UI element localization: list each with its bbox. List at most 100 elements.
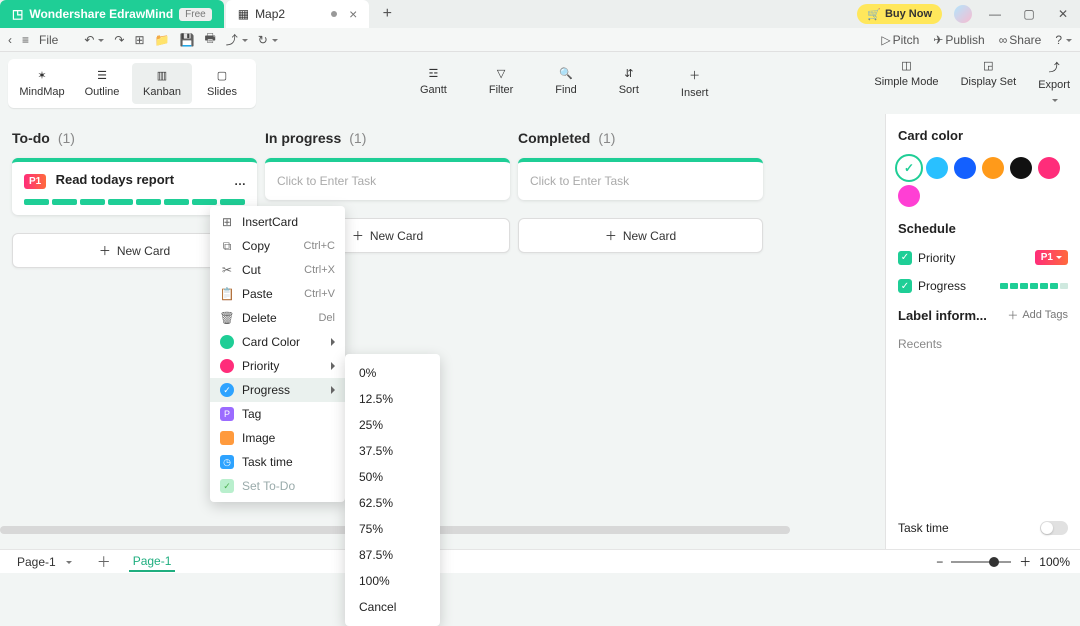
label-info-row: Label inform... ＋Add Tags <box>898 307 1068 323</box>
zoom-thumb[interactable] <box>989 557 999 567</box>
menu-paste[interactable]: 📋PasteCtrl+V <box>210 282 345 306</box>
progress-checkbox[interactable]: ✓Progress <box>898 279 966 293</box>
find-button[interactable]: 🔍Find <box>549 63 582 103</box>
refresh-icon[interactable]: ↻ <box>258 33 278 47</box>
menu-card-color[interactable]: Card Color <box>210 330 345 354</box>
document-tab[interactable]: ▦ Map2 × <box>226 0 370 28</box>
color-swatch[interactable] <box>1010 157 1032 179</box>
export-button[interactable]: ⤴Export <box>1036 53 1072 113</box>
window-close-button[interactable]: ✕ <box>1046 0 1080 28</box>
file-menu[interactable]: File <box>39 33 58 47</box>
publish-button[interactable]: ✈ Publish <box>933 33 984 47</box>
quick-toolbar: ‹ ≡ File ↶ ↷ ⊞ 📁 💾 🖶 ⤴ ↻ ▷ Pitch ✈ Publi… <box>0 28 1080 52</box>
doc-icon: ▦ <box>238 7 249 21</box>
save-icon[interactable]: 💾 <box>180 33 195 47</box>
new-card-button[interactable]: ＋New Card <box>518 218 763 253</box>
menu-priority[interactable]: Priority <box>210 354 345 378</box>
progress-option[interactable]: 0% <box>345 360 440 386</box>
progress-option[interactable]: 62.5% <box>345 490 440 516</box>
zoom-out-button[interactable]: − <box>936 555 943 569</box>
progress-option[interactable]: 75% <box>345 516 440 542</box>
priority-checkbox[interactable]: ✓Priority <box>898 251 955 265</box>
page-select[interactable]: Page-1 <box>10 552 79 572</box>
menu-task-time[interactable]: ◷Task time <box>210 450 345 474</box>
color-swatch[interactable] <box>954 157 976 179</box>
print-icon[interactable]: 🖶 <box>204 29 215 50</box>
display-set-button[interactable]: ◲Display Set <box>959 53 1019 113</box>
buy-now-label: Buy Now <box>885 8 932 20</box>
menu-image[interactable]: Image <box>210 426 345 450</box>
clock-icon: ◷ <box>220 455 234 469</box>
mindmap-view-button[interactable]: ✶MindMap <box>12 63 72 104</box>
progress-option[interactable]: 37.5% <box>345 438 440 464</box>
color-swatch[interactable] <box>898 185 920 207</box>
back-button[interactable]: ‹ <box>8 33 12 47</box>
menu-insert-card[interactable]: ⊞InsertCard <box>210 210 345 234</box>
color-swatch[interactable] <box>926 157 948 179</box>
redo-button[interactable]: ↷ <box>114 33 124 47</box>
insert-button[interactable]: ＋Insert <box>675 63 715 103</box>
card-context-menu: ⊞InsertCard ⧉CopyCtrl+C ✂CutCtrl+X 📋Past… <box>210 206 345 502</box>
progress-option[interactable]: 50% <box>345 464 440 490</box>
pitch-button[interactable]: ▷ Pitch <box>881 33 919 47</box>
progress-option[interactable]: 25% <box>345 412 440 438</box>
zoom-slider[interactable] <box>951 561 1011 563</box>
buy-now-button[interactable]: 🛒 Buy Now <box>857 4 942 24</box>
menu-copy[interactable]: ⧉CopyCtrl+C <box>210 234 345 258</box>
add-page-button[interactable]: ＋ <box>97 552 111 572</box>
new-tab-button[interactable]: + <box>369 0 405 28</box>
column-title: In progress <box>265 130 341 146</box>
priority-select[interactable]: P1 <box>1035 250 1068 265</box>
kanban-view-button[interactable]: ▥Kanban <box>132 63 192 104</box>
close-tab-icon[interactable]: × <box>349 6 357 22</box>
new-task-input[interactable]: Click to Enter Task <box>518 158 763 200</box>
menu-icon[interactable]: ≡ <box>22 33 29 47</box>
menu-cut[interactable]: ✂CutCtrl+X <box>210 258 345 282</box>
progress-cancel[interactable]: Cancel <box>345 594 440 620</box>
export-icon[interactable]: ⤴ <box>226 31 248 48</box>
menu-set-todo[interactable]: ✓Set To-Do <box>210 474 345 498</box>
gantt-button[interactable]: ☲Gantt <box>414 63 453 103</box>
column-header[interactable]: To-do (1) <box>12 130 257 146</box>
color-swatch-selected[interactable] <box>898 157 920 179</box>
zoom-value[interactable]: 100% <box>1039 555 1070 569</box>
progress-icon: ✓ <box>220 383 234 397</box>
find-icon: 🔍 <box>559 67 573 80</box>
sort-icon: ⇵ <box>624 67 633 80</box>
column-header[interactable]: In progress (1) <box>265 130 510 146</box>
color-swatch[interactable] <box>982 157 1004 179</box>
new-file-icon[interactable]: ⊞ <box>134 33 144 47</box>
task-time-toggle[interactable] <box>1040 521 1068 535</box>
outline-view-button[interactable]: ☰Outline <box>72 63 132 104</box>
page-tab[interactable]: Page-1 <box>129 552 176 572</box>
help-button[interactable]: ? <box>1055 33 1072 47</box>
paste-icon: 📋 <box>220 287 234 301</box>
display-icon: ◲ <box>983 59 993 72</box>
menu-tag[interactable]: PTag <box>210 402 345 426</box>
color-swatch[interactable] <box>1038 157 1060 179</box>
slides-view-button[interactable]: ▢Slides <box>192 63 252 104</box>
column-header[interactable]: Completed (1) <box>518 130 763 146</box>
zoom-in-button[interactable]: ＋ <box>1019 553 1031 570</box>
sort-button[interactable]: ⇵Sort <box>613 63 645 103</box>
menu-progress[interactable]: ✓Progress <box>210 378 345 402</box>
user-avatar[interactable] <box>954 5 972 23</box>
image-icon <box>220 431 234 445</box>
open-folder-icon[interactable]: 📁 <box>155 33 170 47</box>
filter-button[interactable]: ▽Filter <box>483 63 519 103</box>
menu-delete[interactable]: 🗑DeleteDel <box>210 306 345 330</box>
card-more-button[interactable]: … <box>234 174 247 188</box>
app-tab: ◳ Wondershare EdrawMind Free <box>0 0 224 28</box>
simple-mode-button[interactable]: ◫Simple Mode <box>872 53 940 113</box>
progress-option[interactable]: 87.5% <box>345 542 440 568</box>
add-tags-button[interactable]: ＋Add Tags <box>1007 307 1068 323</box>
progress-mini-bar[interactable] <box>1000 283 1068 289</box>
column-title: Completed <box>518 130 590 146</box>
new-task-input[interactable]: Click to Enter Task <box>265 158 510 200</box>
window-maximize-button[interactable]: ▢ <box>1012 0 1046 28</box>
window-minimize-button[interactable]: — <box>978 0 1012 28</box>
undo-button[interactable]: ↶ <box>84 33 104 47</box>
share-button[interactable]: ∞ Share <box>999 33 1042 47</box>
progress-option[interactable]: 12.5% <box>345 386 440 412</box>
progress-option[interactable]: 100% <box>345 568 440 594</box>
